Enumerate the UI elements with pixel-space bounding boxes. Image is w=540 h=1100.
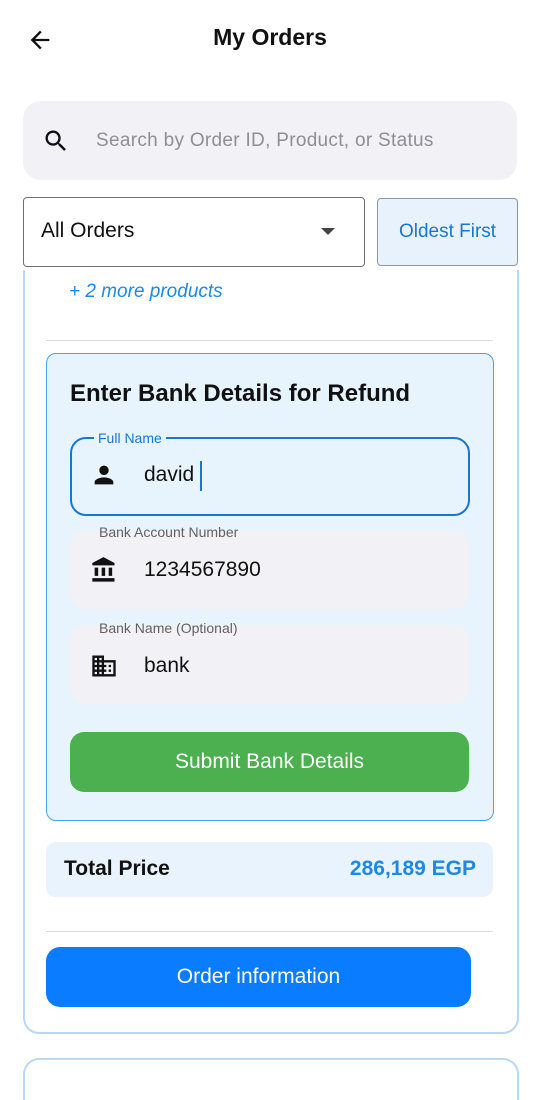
search-icon xyxy=(45,130,66,151)
bank-icon xyxy=(92,557,115,582)
building-icon xyxy=(92,655,116,677)
total-price-value: 286,189 EGP xyxy=(349,857,476,880)
submit-bank-details-button[interactable]: Submit Bank Details xyxy=(70,732,469,792)
page-title: My Orders xyxy=(213,24,327,50)
person-icon xyxy=(94,465,114,485)
dropdown-arrow-icon xyxy=(321,228,335,235)
total-price-label: Total Price xyxy=(64,857,170,880)
more-products-link[interactable]: + 2 more products xyxy=(69,281,223,303)
order-information-button[interactable]: Order information xyxy=(46,947,471,1007)
next-order-card xyxy=(23,1058,519,1100)
bank-account-label: Bank Account Number xyxy=(99,524,239,540)
bank-name-label: Bank Name (Optional) xyxy=(99,620,238,636)
bank-account-input[interactable] xyxy=(144,555,424,585)
full-name-label: Full Name xyxy=(94,430,166,446)
bank-name-input[interactable] xyxy=(144,651,424,681)
full-name-input[interactable] xyxy=(144,460,424,490)
refund-title: Enter Bank Details for Refund xyxy=(70,380,411,407)
text-cursor xyxy=(200,461,202,491)
divider xyxy=(46,931,493,932)
search-input[interactable] xyxy=(96,126,496,156)
divider xyxy=(46,340,493,341)
order-information-label: Order information xyxy=(176,965,341,988)
sort-button-label: Oldest First xyxy=(398,221,497,242)
submit-button-label: Submit Bank Details xyxy=(174,750,365,773)
order-status-selected: All Orders xyxy=(41,219,135,242)
sort-button[interactable]: Oldest First xyxy=(377,198,518,266)
